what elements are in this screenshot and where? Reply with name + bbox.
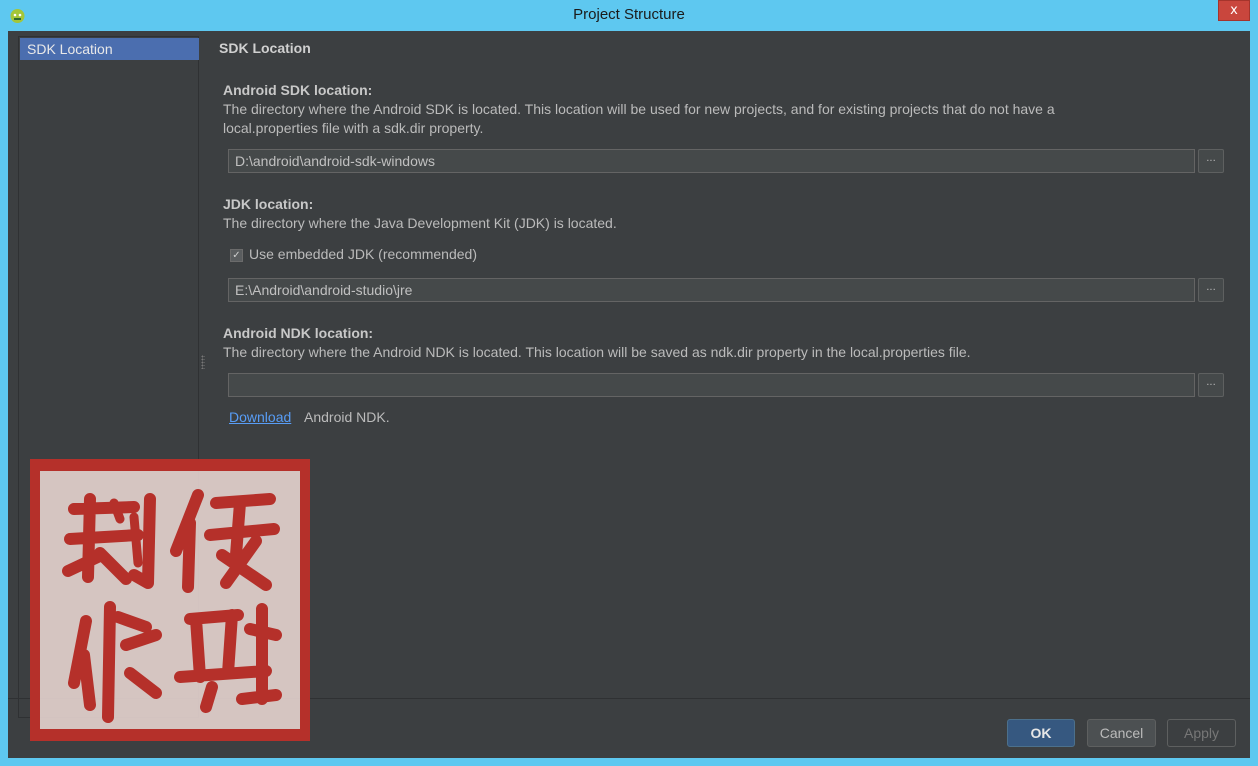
android-sdk-browse-button[interactable]: ...: [1198, 149, 1224, 173]
apply-button[interactable]: Apply: [1167, 719, 1236, 747]
android-sdk-label: Android SDK location:: [223, 82, 373, 98]
android-sdk-description-line2: local.properties file with a sdk.dir pro…: [223, 120, 484, 136]
jdk-browse-button[interactable]: ...: [1198, 278, 1224, 302]
download-ndk-link[interactable]: Download: [229, 409, 291, 425]
window-title: Project Structure: [573, 6, 685, 23]
ndk-label: Android NDK location:: [223, 325, 374, 341]
close-window-button[interactable]: x: [1218, 0, 1250, 21]
use-embedded-jdk-checkbox[interactable]: ✓: [230, 249, 243, 262]
ndk-path-input[interactable]: [228, 373, 1195, 397]
cancel-button[interactable]: Cancel: [1087, 719, 1156, 747]
ok-button[interactable]: OK: [1007, 719, 1075, 747]
jdk-path-input[interactable]: E:\Android\android-studio\jre: [228, 278, 1195, 302]
ndk-description: The directory where the Android NDK is l…: [223, 344, 971, 360]
splitter-handle[interactable]: [201, 355, 205, 369]
android-sdk-path-input[interactable]: D:\android\android-sdk-windows: [228, 149, 1195, 173]
jdk-label: JDK location:: [223, 196, 314, 212]
android-sdk-description-line1: The directory where the Android SDK is l…: [223, 101, 1055, 117]
jdk-description: The directory where the Java Development…: [223, 215, 617, 231]
window-titlebar: Project Structure x: [0, 0, 1258, 31]
download-ndk-suffix: Android NDK.: [304, 409, 390, 425]
use-embedded-jdk-label[interactable]: Use embedded JDK (recommended): [249, 246, 477, 262]
seal-stamp-icon: [30, 459, 310, 741]
sidebar-item-sdk-location[interactable]: SDK Location: [20, 38, 199, 60]
panel-title: SDK Location: [219, 40, 311, 56]
ndk-browse-button[interactable]: ...: [1198, 373, 1224, 397]
